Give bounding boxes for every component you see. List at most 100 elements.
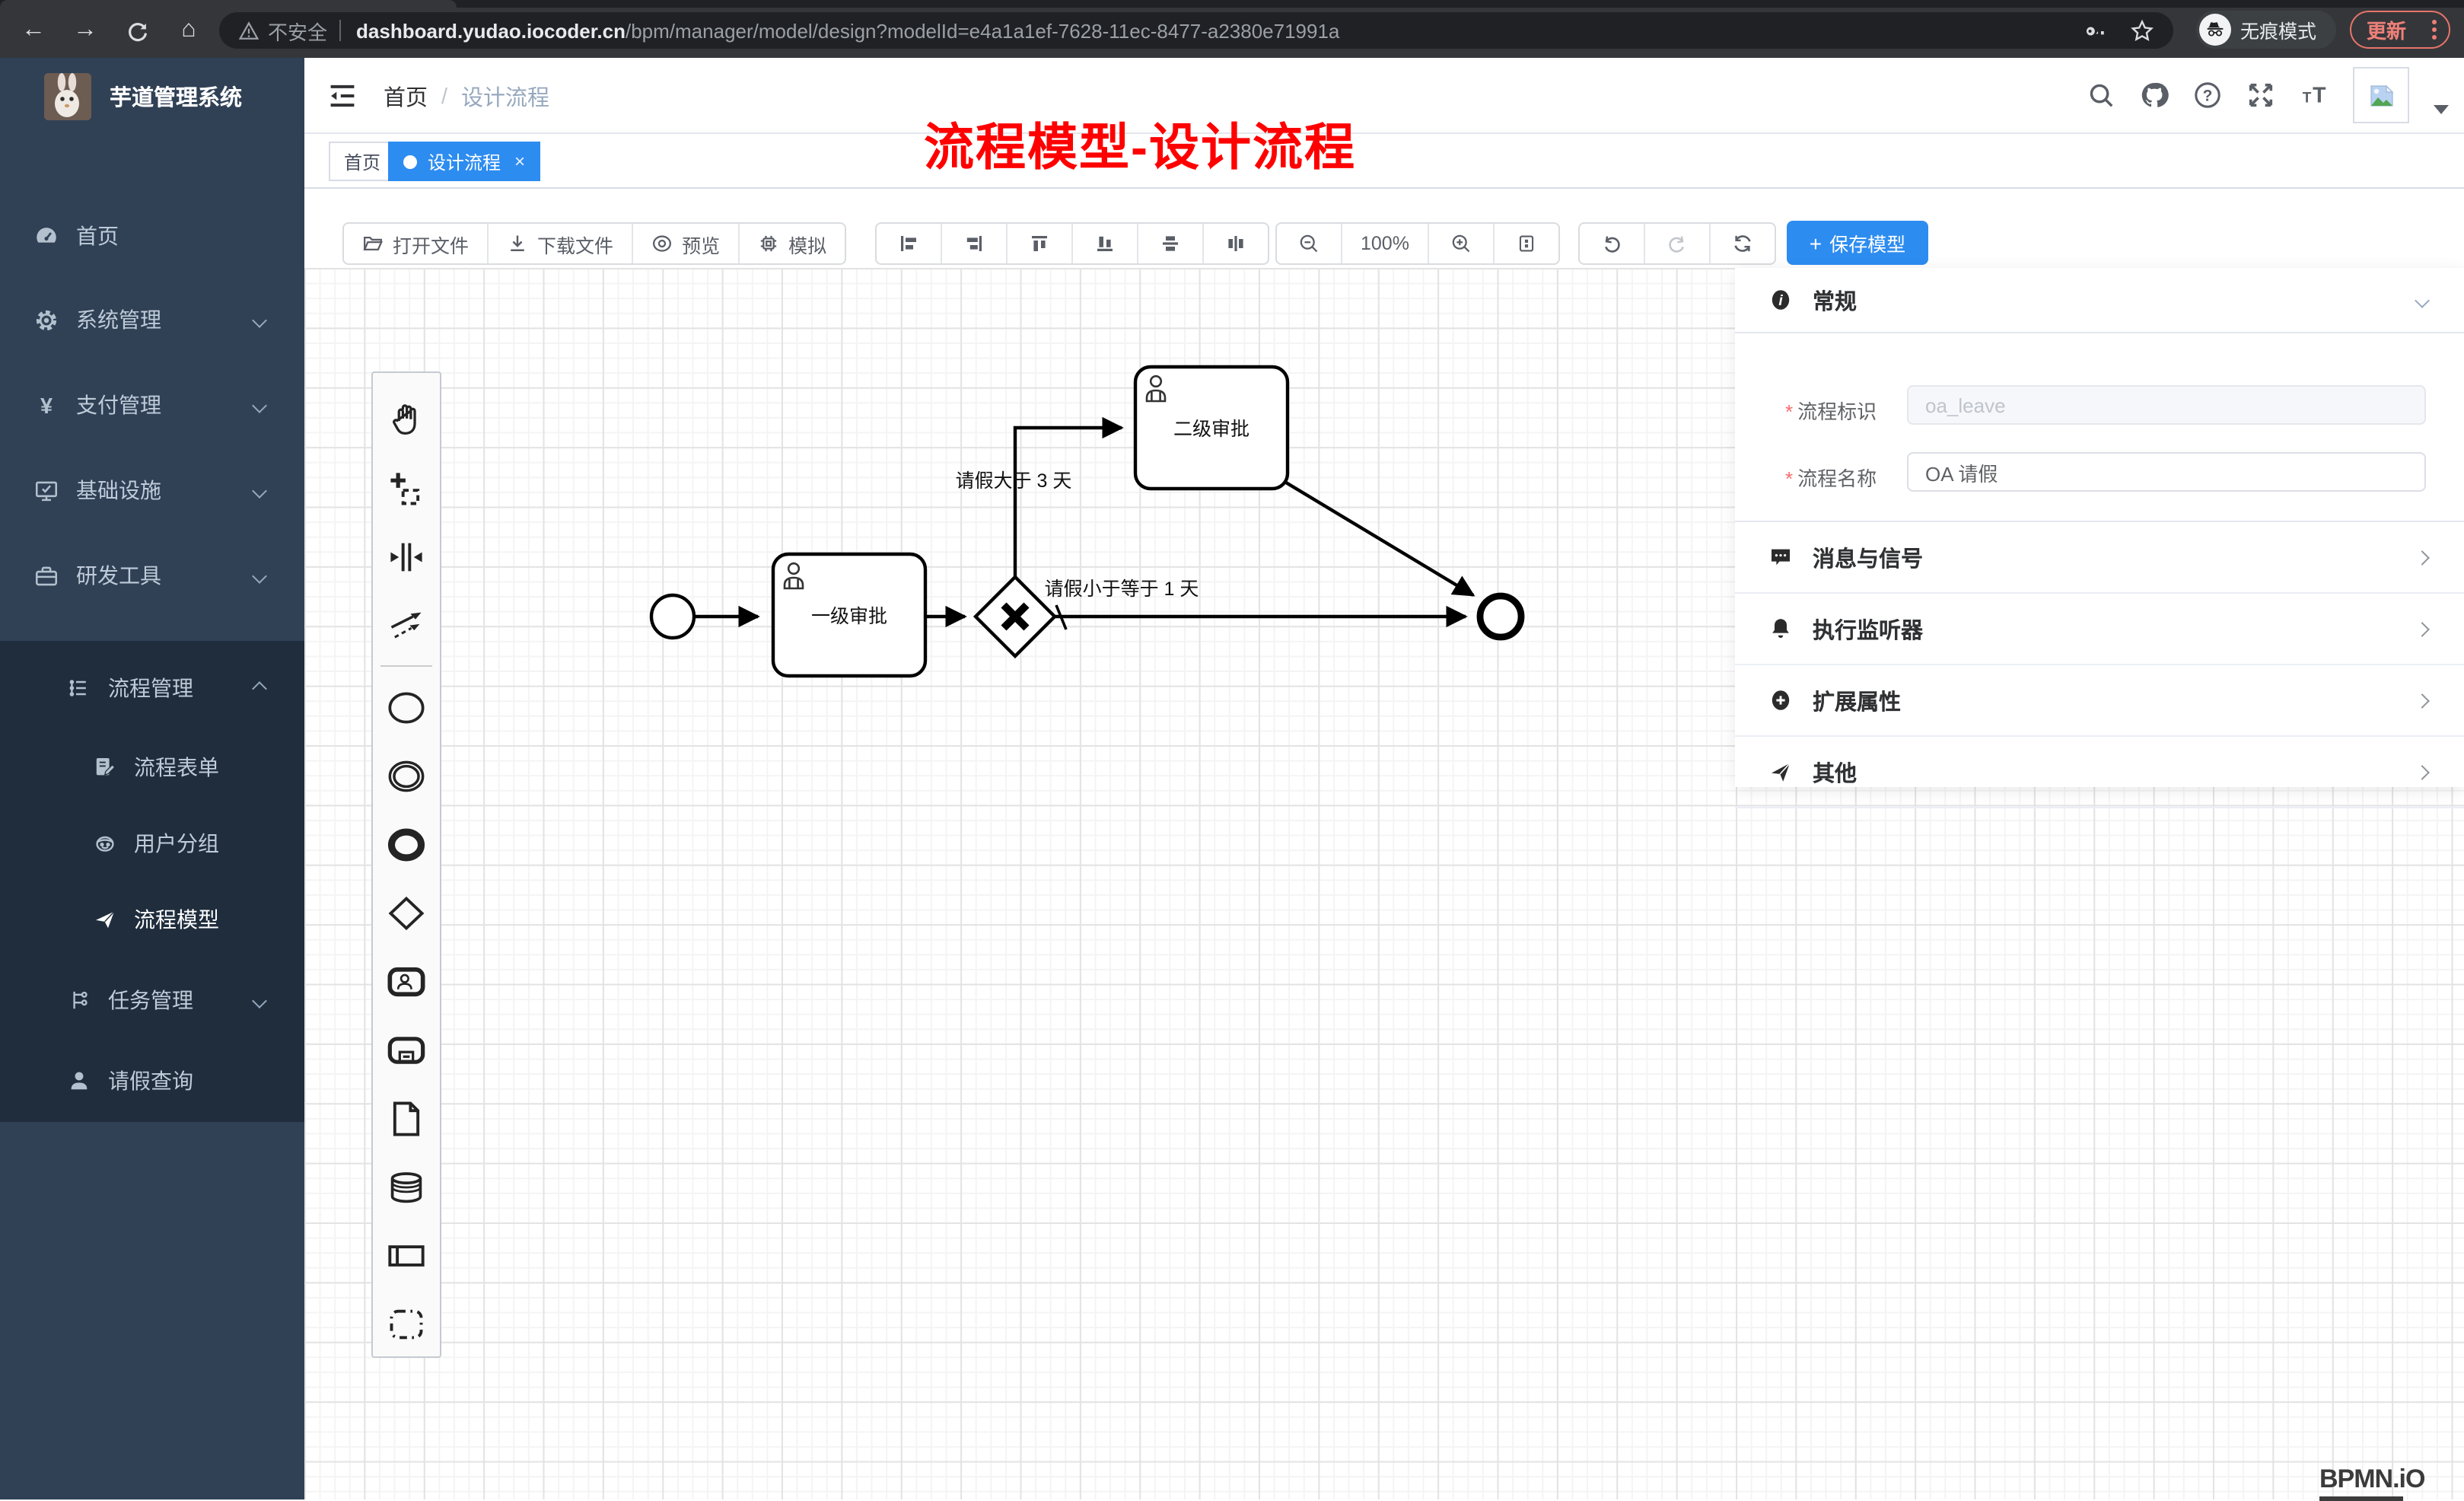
- end-event-icon: [387, 824, 426, 864]
- tab-design-process[interactable]: 设计流程 ×: [388, 142, 540, 181]
- chevron-down-icon: [252, 568, 267, 583]
- browser-reload-button[interactable]: [119, 12, 155, 49]
- align-right-icon: [963, 233, 985, 254]
- update-button[interactable]: 更新: [2350, 11, 2450, 49]
- tab-close-icon[interactable]: ×: [514, 151, 525, 172]
- sidebar-item-leave-query[interactable]: 请假查询: [0, 1043, 304, 1119]
- bpmn-io-logo[interactable]: BPMN.iO: [2319, 1464, 2424, 1501]
- create-group[interactable]: [376, 1289, 437, 1358]
- simulate-button[interactable]: 模拟: [740, 224, 845, 263]
- avatar[interactable]: [2353, 67, 2409, 123]
- browser-home-button[interactable]: ⌂: [170, 12, 207, 49]
- address-bar[interactable]: 不安全 dashboard.yudao.iocoder.cn/bpm/manag…: [219, 12, 2173, 49]
- sidebar-item-devtools[interactable]: 研发工具: [0, 537, 304, 613]
- space-tool[interactable]: [376, 522, 437, 591]
- create-data-object[interactable]: [376, 1084, 437, 1152]
- flow-task2-to-end[interactable]: [1286, 483, 1473, 595]
- zoom-out-button[interactable]: [1277, 224, 1342, 263]
- bookmark-star-icon[interactable]: [2129, 18, 2155, 43]
- create-start-event[interactable]: [376, 673, 437, 741]
- user-task-level2[interactable]: 二级审批: [1135, 367, 1288, 489]
- sidebar-item-system[interactable]: 系统管理: [0, 282, 304, 358]
- flow-gateway-to-task2[interactable]: [1015, 428, 1122, 577]
- breadcrumb-home[interactable]: 首页: [384, 81, 428, 113]
- sidebar-item-home[interactable]: 首页: [0, 198, 304, 274]
- panel-section-messages[interactable]: 消息与信号: [1735, 522, 2464, 594]
- lasso-tool[interactable]: [376, 454, 437, 522]
- chevron-down-icon: [252, 312, 267, 327]
- zoom-in-button[interactable]: [1429, 224, 1495, 263]
- panel-section-extensions[interactable]: 扩展属性: [1735, 665, 2464, 737]
- browser-menu-icon[interactable]: [2432, 20, 2437, 40]
- create-subprocess[interactable]: [376, 1015, 437, 1084]
- redo-button[interactable]: [1645, 224, 1711, 263]
- start-event-icon: [387, 687, 426, 727]
- url-host[interactable]: dashboard.yudao.iocoder.cn: [356, 19, 626, 42]
- align-left-button[interactable]: [877, 224, 942, 263]
- align-right-button[interactable]: [942, 224, 1008, 263]
- sidebar-item-infrastructure[interactable]: 基础设施: [0, 452, 304, 528]
- sidebar-item-user-group[interactable]: 用户分组: [0, 805, 304, 881]
- align-bottom-button[interactable]: [1073, 224, 1138, 263]
- sidebar-logo-row[interactable]: 芋道管理系统: [0, 58, 304, 134]
- section-title: 消息与信号: [1813, 541, 1923, 573]
- end-event[interactable]: [1480, 596, 1521, 637]
- process-key-input[interactable]: [1907, 385, 2426, 425]
- restart-button[interactable]: [1711, 224, 1775, 263]
- user-task-icon: [387, 961, 426, 1001]
- create-gateway[interactable]: [376, 878, 437, 947]
- yen-icon: ¥: [33, 392, 59, 418]
- sidebar-item-process-model[interactable]: 流程模型: [0, 881, 304, 958]
- tab-home[interactable]: 首页: [329, 142, 396, 181]
- github-icon[interactable]: [2140, 81, 2169, 110]
- hand-tool[interactable]: [376, 385, 437, 454]
- sidebar-item-task-manage[interactable]: 任务管理: [0, 962, 304, 1038]
- search-icon[interactable]: [2087, 81, 2115, 110]
- svg-text:?: ?: [2203, 88, 2213, 105]
- panel-section-listeners[interactable]: 执行监听器: [1735, 594, 2464, 665]
- download-file-button[interactable]: 下载文件: [489, 224, 633, 263]
- condition-label-le[interactable]: 请假小于等于 1 天: [1045, 578, 1199, 600]
- avatar-caret-icon[interactable]: [2434, 104, 2449, 113]
- browser-active-tab[interactable]: [0, 0, 457, 8]
- align-top-button[interactable]: [1008, 224, 1073, 263]
- plus-icon: +: [1810, 231, 1822, 255]
- user-task-level1[interactable]: 一级审批: [773, 554, 925, 676]
- panel-section-general[interactable]: i 常规: [1735, 268, 2464, 333]
- preview-button[interactable]: 预览: [633, 224, 740, 263]
- condition-label-gt[interactable]: 请假大于 3 天: [956, 470, 1072, 492]
- align-middle-button[interactable]: [1138, 224, 1204, 263]
- fullscreen-icon[interactable]: [2246, 81, 2275, 110]
- font-size-icon[interactable]: TT: [2300, 81, 2329, 110]
- sidebar-item-payment[interactable]: ¥ 支付管理: [0, 367, 304, 443]
- section-title: 常规: [1813, 284, 1857, 316]
- global-connect-tool[interactable]: [376, 591, 437, 659]
- align-center-button[interactable]: [1204, 224, 1268, 263]
- save-model-button[interactable]: + 保存模型: [1787, 221, 1928, 265]
- create-data-store[interactable]: [376, 1152, 437, 1221]
- create-intermediate-event[interactable]: [376, 741, 437, 810]
- create-participant[interactable]: [376, 1221, 437, 1289]
- browser-back-button[interactable]: ←: [15, 12, 52, 49]
- url-path[interactable]: /bpm/manager/model/design?modelId=e4a1a1…: [626, 19, 1339, 42]
- start-event[interactable]: [651, 595, 694, 638]
- exclusive-gateway[interactable]: [976, 577, 1055, 656]
- person-icon: [67, 1069, 91, 1093]
- create-user-task[interactable]: [376, 947, 437, 1015]
- zoom-level-label: 100%: [1361, 233, 1409, 254]
- subprocess-icon: [387, 1030, 426, 1069]
- undo-button[interactable]: [1580, 224, 1645, 263]
- panel-section-other[interactable]: 其他: [1735, 737, 2464, 808]
- sidebar-item-process-form[interactable]: 流程表单: [0, 729, 304, 805]
- open-file-button[interactable]: 打开文件: [344, 224, 489, 263]
- zoom-reset-button[interactable]: [1495, 224, 1558, 263]
- help-icon[interactable]: ?: [2193, 81, 2222, 110]
- browser-forward-button[interactable]: →: [67, 12, 103, 49]
- process-name-input[interactable]: [1907, 452, 2426, 492]
- security-label[interactable]: 不安全: [268, 16, 327, 45]
- create-end-event[interactable]: [376, 810, 437, 878]
- sidebar-item-process-manage[interactable]: 流程管理: [0, 650, 304, 726]
- password-key-icon[interactable]: [2082, 18, 2108, 43]
- sidebar-collapse-icon[interactable]: [326, 79, 359, 113]
- field-label-process-key: *流程标识: [1785, 396, 1877, 425]
